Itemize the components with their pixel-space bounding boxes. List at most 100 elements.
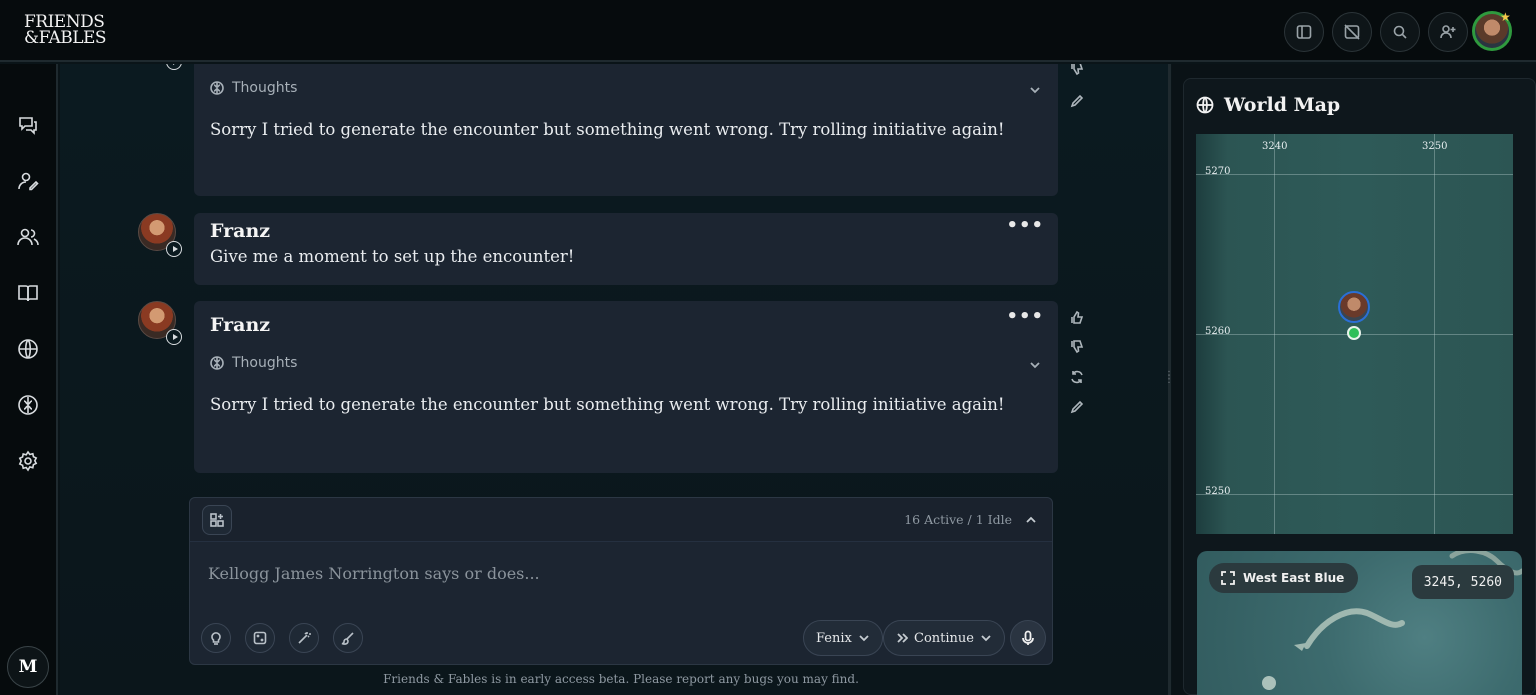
x-tick-label: 3250: [1422, 141, 1448, 152]
message-card: Thoughts Sorry I tried to generate the e…: [194, 64, 1058, 196]
chat-area: Thoughts Sorry I tried to generate the e…: [60, 64, 1168, 695]
message-card: Franz ••• Give me a moment to set up the…: [194, 213, 1058, 285]
thoughts-label: Thoughts: [232, 355, 298, 371]
chat-icon: [19, 117, 37, 135]
nav-settings[interactable]: [17, 450, 39, 472]
region-map[interactable]: West East Blue 3245, 5260: [1197, 551, 1522, 695]
continue-button[interactable]: Continue: [883, 620, 1005, 656]
toggle-images-button[interactable]: [1332, 12, 1372, 52]
brain-icon: [210, 81, 224, 95]
nav-party[interactable]: [17, 226, 39, 248]
nav-book[interactable]: [17, 282, 39, 304]
composer-header: 16 Active / 1 Idle: [190, 498, 1052, 542]
world-map-title: World Map: [1224, 94, 1341, 116]
continue-label: Continue: [914, 630, 974, 646]
thoughts-toggle[interactable]: Thoughts: [210, 80, 297, 96]
edit-button[interactable]: [1070, 399, 1084, 414]
y-tick-label: 5270: [1205, 166, 1231, 177]
coordinate-grid-map[interactable]: 3240 3250 5270 5260 5250: [1196, 134, 1513, 534]
message-menu-button[interactable]: •••: [1006, 306, 1044, 327]
party-panel-button[interactable]: [202, 505, 232, 535]
account-button[interactable]: M: [7, 646, 49, 688]
brain-icon: [210, 356, 224, 370]
party-icon: [17, 228, 39, 246]
lightbulb-icon: [211, 632, 221, 645]
x-tick-label: 3240: [1262, 141, 1288, 152]
model-select[interactable]: Fenix: [803, 620, 883, 656]
brand-logo[interactable]: FRIENDS &FABLES: [24, 14, 107, 47]
voice-play-icon[interactable]: [166, 329, 182, 345]
refresh-icon: [1071, 370, 1083, 384]
nav-world[interactable]: [17, 338, 39, 360]
globe-icon: [18, 339, 38, 359]
search-button[interactable]: [1380, 12, 1420, 52]
add-user-button[interactable]: [1428, 12, 1468, 52]
top-bar: FRIENDS &FABLES ★: [0, 0, 1536, 62]
double-chevron-right-icon: [897, 633, 908, 643]
message-composer: 16 Active / 1 Idle Fenix Continue: [189, 497, 1053, 665]
dice-button[interactable]: [245, 623, 275, 653]
voice-play-icon[interactable]: [166, 241, 182, 257]
brain-icon: [18, 395, 38, 415]
search-icon: [1393, 25, 1407, 39]
thumbs-down-icon: [1071, 64, 1084, 76]
grid-plus-icon: [210, 513, 224, 527]
magic-button[interactable]: [289, 623, 319, 653]
beta-notice: Friends & Fables is in early access beta…: [383, 672, 859, 686]
y-tick-label: 5260: [1205, 326, 1231, 337]
message-text: Sorry I tried to generate the encounter …: [210, 120, 1005, 139]
book-icon: [18, 285, 38, 302]
dislike-button[interactable]: [1070, 339, 1084, 354]
like-button[interactable]: [1070, 309, 1084, 324]
grid-line: [1196, 174, 1513, 175]
action-input[interactable]: [208, 564, 1028, 583]
voice-input-button[interactable]: [1010, 620, 1046, 656]
region-fullscreen-button[interactable]: West East Blue: [1209, 563, 1359, 593]
style-button[interactable]: [333, 623, 363, 653]
thumbs-down-icon: [1071, 340, 1084, 354]
nav-memory[interactable]: [17, 394, 39, 416]
expand-thoughts-button[interactable]: [1028, 357, 1042, 371]
world-map-header: World Map: [1196, 94, 1340, 116]
suggestion-button[interactable]: [201, 623, 231, 653]
chevron-up-icon: [1026, 516, 1036, 523]
thumbs-up-icon: [1071, 310, 1084, 324]
dislike-button[interactable]: [1070, 64, 1084, 76]
player-marker[interactable]: [1338, 291, 1370, 323]
regenerate-button[interactable]: [1070, 369, 1084, 384]
collapse-button[interactable]: [1024, 512, 1038, 526]
sidebar-toggle-button[interactable]: [1284, 12, 1324, 52]
message-author: Franz: [210, 220, 271, 242]
microphone-icon: [1022, 630, 1034, 645]
chevron-down-icon: [859, 635, 869, 642]
party-status: 16 Active / 1 Idle: [904, 512, 1012, 527]
message-text: Sorry I tried to generate the encounter …: [210, 395, 1005, 414]
star-icon: ★: [1500, 10, 1511, 24]
coordinate-readout: 3245, 5260: [1411, 565, 1514, 599]
thoughts-label: Thoughts: [232, 80, 298, 96]
chevron-down-icon: [1030, 87, 1040, 94]
settings-icon: [18, 450, 38, 472]
chevron-down-icon: [981, 635, 991, 642]
thoughts-toggle[interactable]: Thoughts: [210, 355, 297, 371]
brush-icon: [341, 632, 354, 645]
nav-character[interactable]: [17, 170, 39, 192]
image-off-icon: [1344, 24, 1360, 40]
globe-icon: [1196, 96, 1214, 114]
edit-button[interactable]: [1070, 93, 1084, 108]
message-text: Give me a moment to set up the encounter…: [210, 247, 575, 266]
sidebar-toggle-icon: [1296, 25, 1312, 39]
chevron-down-icon: [1030, 362, 1040, 369]
right-panel: World Map 3240 3250 5270 5260 5250 West …: [1172, 64, 1536, 695]
pencil-icon: [1070, 400, 1084, 414]
expand-thoughts-button[interactable]: [1028, 82, 1042, 96]
expand-icon: [1221, 571, 1235, 585]
message-menu-button[interactable]: •••: [1006, 215, 1044, 236]
voice-play-icon[interactable]: [166, 64, 182, 70]
add-user-icon: [1440, 25, 1456, 39]
nav-chat[interactable]: [17, 114, 39, 136]
region-name: West East Blue: [1243, 571, 1345, 585]
y-tick-label: 5250: [1205, 486, 1231, 497]
location-dot[interactable]: [1347, 326, 1361, 340]
magic-wand-icon: [298, 632, 311, 644]
